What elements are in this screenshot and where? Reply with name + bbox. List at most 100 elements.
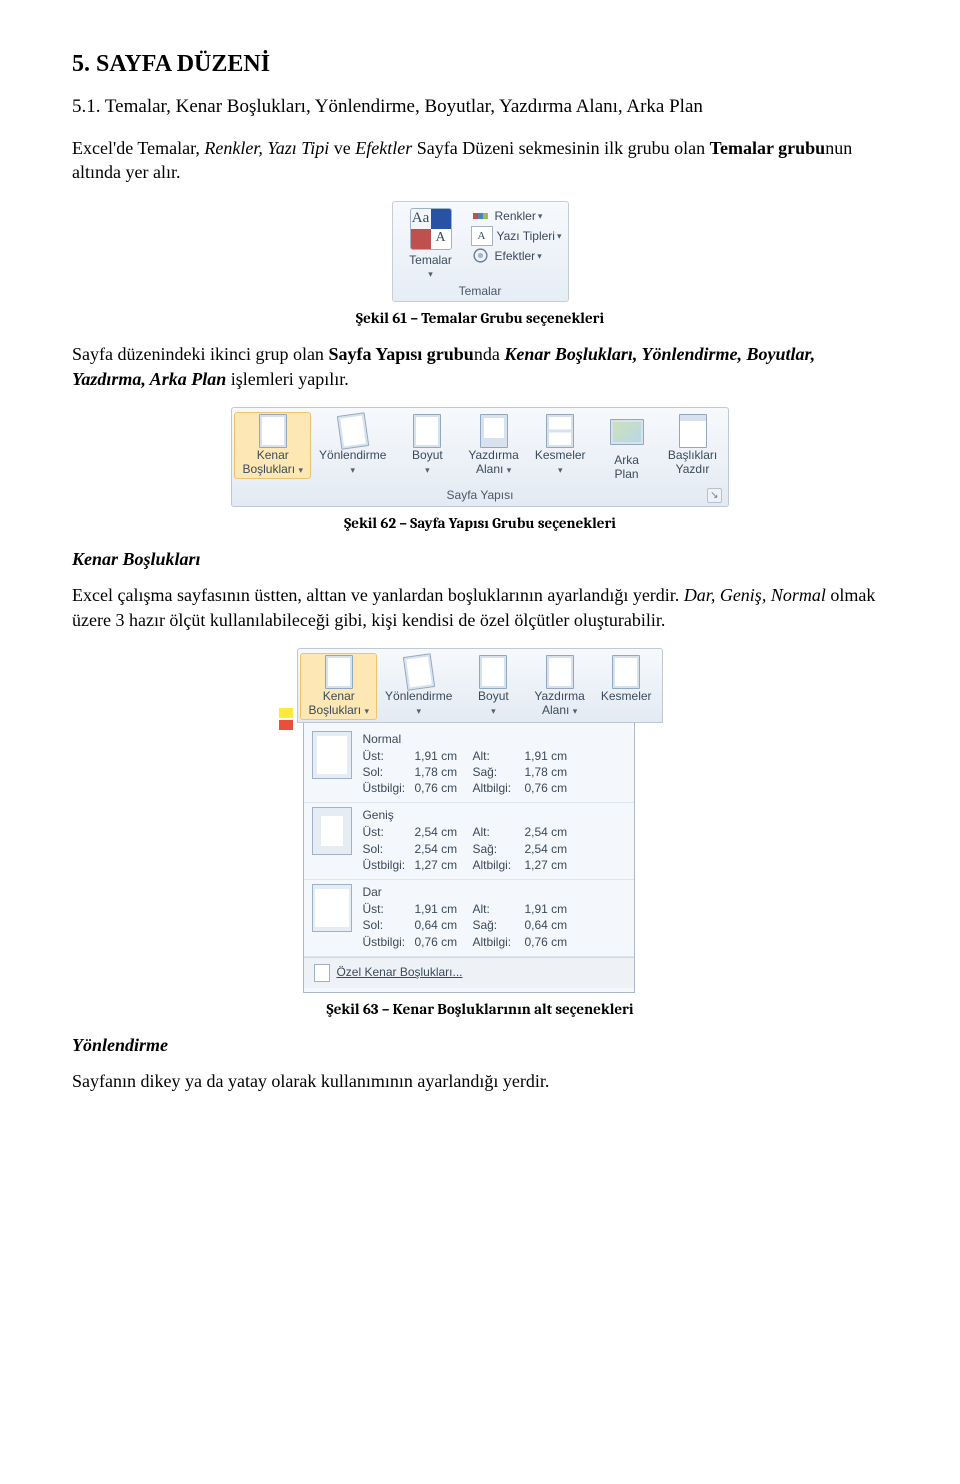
orientation-subhead: Yönlendirme bbox=[72, 1033, 888, 1057]
themes-icon: AaA bbox=[410, 208, 452, 250]
effects-icon bbox=[471, 247, 491, 265]
preset-name: Geniş bbox=[362, 807, 582, 823]
p1-a: Excel'de Temalar, bbox=[72, 138, 204, 158]
background-icon bbox=[610, 419, 644, 445]
chevron-down-icon: ▾ bbox=[558, 465, 563, 475]
preset-name: Dar bbox=[362, 884, 582, 900]
paragraph-4: Sayfanın dikey ya da yatay olarak kullan… bbox=[72, 1069, 888, 1093]
chevron-down-icon: ▾ bbox=[557, 230, 562, 242]
pa-l1: Yazdırma bbox=[468, 448, 518, 462]
chevron-down-icon: ▾ bbox=[491, 706, 496, 716]
p3-a: Excel çalışma sayfasının üstten, alttan … bbox=[72, 585, 684, 605]
themes-label: Temalar bbox=[401, 252, 461, 268]
chevron-down-icon: ▾ bbox=[507, 465, 512, 475]
figure-63-caption: Şekil 63 – Kenar Boşluklarının alt seçen… bbox=[72, 999, 888, 1019]
p3-b: Dar, Geniş, Normal bbox=[684, 585, 826, 605]
pa-l2: Alanı bbox=[476, 462, 503, 476]
size-label: Boyut bbox=[412, 448, 443, 462]
colors-icon bbox=[471, 207, 491, 225]
print-area-icon bbox=[546, 655, 574, 689]
p1-d: Efektler bbox=[355, 138, 412, 158]
row-header-strip bbox=[279, 648, 293, 780]
p2-e: işlemleri yapılır. bbox=[226, 369, 348, 389]
size-icon bbox=[479, 655, 507, 689]
margins-dropdown: KenarBoşlukları ▾ Yönlendirme▾ Boyut▾ Ya… bbox=[297, 648, 662, 993]
fonts-icon: A bbox=[471, 226, 493, 246]
chevron-down-icon: ▾ bbox=[537, 250, 542, 262]
orientation-icon bbox=[336, 412, 368, 450]
margin-preset-normal[interactable]: NormalÜst:1,91 cmAlt:1,91 cmSol:1,78 cmS… bbox=[304, 727, 634, 804]
section-title: 5. SAYFA DÜZENİ bbox=[72, 48, 888, 80]
orientation-button[interactable]: Yönlendirme▾ bbox=[377, 653, 460, 720]
breaks-icon bbox=[612, 655, 640, 689]
group-footer-label: Temalar bbox=[399, 280, 562, 299]
fonts-button[interactable]: A Yazı Tipleri ▾ bbox=[471, 226, 562, 246]
pt-l1: Başlıkları bbox=[668, 448, 717, 462]
orientation-button[interactable]: Yönlendirme ▾ bbox=[311, 412, 394, 479]
chevron-down-icon: ▾ bbox=[416, 706, 421, 716]
size-button[interactable]: Boyut ▾ bbox=[394, 412, 460, 479]
print-titles-button[interactable]: BaşlıklarıYazdır bbox=[660, 412, 726, 479]
figure-61-caption: Şekil 61 – Temalar Grubu seçenekleri bbox=[72, 308, 888, 328]
paragraph-2: Sayfa düzenindeki ikinci grup olan Sayfa… bbox=[72, 342, 888, 391]
margin-preset-dar[interactable]: DarÜst:1,91 cmAlt:1,91 cmSol:0,64 cmSağ:… bbox=[304, 880, 634, 957]
colors-label: Renkler bbox=[495, 208, 536, 224]
margins-icon bbox=[325, 655, 353, 689]
breaks-icon bbox=[546, 414, 574, 448]
p1-f: Temalar grubu bbox=[710, 138, 826, 158]
margins-icon bbox=[259, 414, 287, 448]
p1-c: ve bbox=[329, 138, 355, 158]
margins-button[interactable]: KenarBoşlukları ▾ bbox=[234, 412, 311, 479]
chevron-down-icon: ▾ bbox=[401, 268, 461, 280]
fonts-label: Yazı Tipleri bbox=[497, 228, 555, 244]
themes-ribbon-group: AaA Temalar ▾ Renkler ▾ A Yazı Tipleri ▾ bbox=[392, 201, 569, 303]
print-area-button[interactable]: YazdırmaAlanı ▾ bbox=[526, 653, 592, 720]
page-icon bbox=[314, 964, 330, 982]
dialog-launcher-icon[interactable]: ↘ bbox=[707, 488, 721, 504]
chevron-down-icon: ▾ bbox=[425, 465, 430, 475]
margin-thumb-icon bbox=[312, 731, 352, 779]
p1-b: Renkler, Yazı Tipi bbox=[204, 138, 329, 158]
chevron-down-icon: ▾ bbox=[573, 706, 578, 716]
chevron-down-icon: ▾ bbox=[350, 465, 355, 475]
orientation-icon bbox=[402, 653, 434, 691]
p2-c: nda bbox=[474, 344, 505, 364]
margins-button[interactable]: KenarBoşlukları ▾ bbox=[300, 653, 377, 720]
colors-button[interactable]: Renkler ▾ bbox=[471, 207, 562, 225]
chevron-down-icon: ▾ bbox=[538, 210, 543, 222]
chevron-down-icon: ▾ bbox=[298, 465, 303, 475]
margin-preset-geniş[interactable]: GenişÜst:2,54 cmAlt:2,54 cmSol:2,54 cmSa… bbox=[304, 803, 634, 880]
figure-62-caption: Şekil 62 – Sayfa Yapısı Grubu seçenekler… bbox=[72, 513, 888, 533]
custom-margins-button[interactable]: Özel Kenar Boşlukları... bbox=[304, 957, 634, 988]
themes-button[interactable]: AaA Temalar ▾ bbox=[399, 206, 467, 280]
margins-l2: Boşlukları bbox=[242, 462, 295, 476]
breaks-button[interactable]: Kesmeler bbox=[593, 653, 660, 720]
aa-top: Aa bbox=[411, 209, 431, 229]
orient-label: Yönlendirme bbox=[319, 448, 386, 462]
chevron-down-icon: ▾ bbox=[364, 706, 369, 716]
paragraph-1: Excel'de Temalar, Renkler, Yazı Tipi ve … bbox=[72, 136, 888, 185]
pt-l2: Yazdır bbox=[676, 462, 710, 476]
size-button[interactable]: Boyut▾ bbox=[460, 653, 526, 720]
margin-thumb-icon bbox=[312, 884, 352, 932]
margins-subhead: Kenar Boşlukları bbox=[72, 547, 888, 571]
p2-b: Sayfa Yapısı grubu bbox=[328, 344, 473, 364]
size-icon bbox=[413, 414, 441, 448]
breaks-label: Kesmeler bbox=[535, 448, 586, 462]
subsection-title: 5.1. Temalar, Kenar Boşlukları, Yönlendi… bbox=[72, 94, 888, 120]
effects-button[interactable]: Efektler ▾ bbox=[471, 247, 562, 265]
print-area-button[interactable]: YazdırmaAlanı ▾ bbox=[460, 412, 526, 479]
margin-thumb-icon bbox=[312, 807, 352, 855]
p1-e: Sayfa Düzeni sekmesinin ilk grubu olan bbox=[412, 138, 709, 158]
page-setup-footer-label: Sayfa Yapısı bbox=[447, 488, 514, 502]
background-button[interactable]: ArkaPlan bbox=[594, 412, 660, 484]
page-setup-ribbon-group: KenarBoşlukları ▾ Yönlendirme ▾ Boyut ▾ Ya… bbox=[231, 407, 728, 507]
bg-l2: Plan bbox=[615, 467, 639, 481]
paragraph-3: Excel çalışma sayfasının üstten, alttan … bbox=[72, 583, 888, 632]
breaks-button[interactable]: Kesmeler ▾ bbox=[527, 412, 594, 479]
margins-l1: Kenar bbox=[257, 448, 289, 462]
preset-name: Normal bbox=[362, 731, 582, 747]
effects-label: Efektler bbox=[495, 248, 536, 264]
bg-l1: Arka bbox=[614, 453, 639, 467]
print-titles-icon bbox=[679, 414, 707, 448]
